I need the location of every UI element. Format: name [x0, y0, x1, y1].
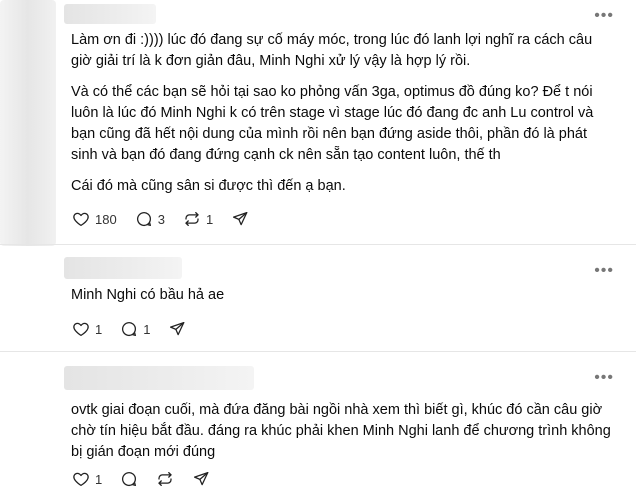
comment-bubble-icon	[122, 472, 137, 487]
share-button[interactable]	[231, 210, 249, 228]
comment-2: ••• Minh Nghi có bầu hả ae 1 1	[0, 244, 636, 350]
comment-body: Minh Nghi có bầu hả ae	[71, 285, 616, 316]
repost-arrows-icon	[158, 471, 172, 487]
reply-count: 1	[143, 321, 151, 337]
reply-count: 3	[157, 211, 165, 227]
send-paper-plane-icon	[194, 471, 209, 486]
repost-button[interactable]: 1	[183, 210, 213, 228]
comment-bubble-icon	[122, 322, 137, 337]
avatar-blurred[interactable]	[0, 0, 56, 246]
username-blurred[interactable]	[64, 257, 182, 279]
share-button[interactable]	[192, 470, 210, 488]
repost-arrows-icon	[185, 211, 199, 227]
reply-button[interactable]: 3	[135, 210, 165, 228]
heart-icon	[73, 472, 89, 487]
comment-1: ••• Làm ơn đi :)))) lúc đó đang sự cố má…	[0, 0, 636, 246]
reply-button[interactable]	[120, 470, 138, 488]
more-options-icon[interactable]: •••	[594, 8, 614, 24]
like-button[interactable]: 180	[72, 210, 117, 228]
like-count: 180	[95, 211, 117, 227]
more-options-icon[interactable]: •••	[594, 370, 614, 386]
repost-count: 1	[205, 211, 214, 227]
share-button[interactable]	[168, 320, 186, 338]
comment-body: Làm ơn đi :)))) lúc đó đang sự cố máy mó…	[71, 30, 616, 207]
send-paper-plane-icon	[233, 211, 248, 226]
repost-button[interactable]	[156, 470, 174, 488]
comment-3: ••• ovtk giai đoạn cuối, mà đứa đăng bài…	[0, 351, 636, 504]
like-count: 1	[95, 471, 103, 487]
reply-button[interactable]: 1	[120, 320, 150, 338]
more-options-icon[interactable]: •••	[594, 263, 614, 279]
like-count: 1	[95, 321, 103, 337]
comment-paragraph: Và có thể các bạn sẽ hỏi tại sao ko phỏn…	[71, 84, 594, 163]
comment-paragraph: Minh Nghi có bầu hả ae	[71, 287, 225, 303]
username-blurred[interactable]	[64, 4, 156, 24]
action-bar: 180 3 1	[72, 209, 267, 229]
action-bar: 1 1	[72, 319, 204, 339]
comment-paragraph: ovtk giai đoạn cuối, mà đứa đăng bài ngồ…	[71, 402, 611, 460]
comment-paragraph: Làm ơn đi :)))) lúc đó đang sự cố máy mó…	[71, 32, 593, 69]
heart-icon	[73, 322, 89, 337]
heart-icon	[73, 212, 89, 227]
like-button[interactable]: 1	[72, 320, 102, 338]
comment-bubble-icon	[136, 212, 151, 227]
send-paper-plane-icon	[170, 321, 185, 336]
like-button[interactable]: 1	[72, 470, 102, 488]
comment-paragraph: Cái đó mà cũng sân si được thì đến ạ bạn…	[71, 178, 346, 194]
action-bar: 1	[72, 469, 228, 489]
username-blurred[interactable]	[64, 366, 254, 390]
comment-body: ovtk giai đoạn cuối, mà đứa đăng bài ngồ…	[71, 400, 616, 473]
